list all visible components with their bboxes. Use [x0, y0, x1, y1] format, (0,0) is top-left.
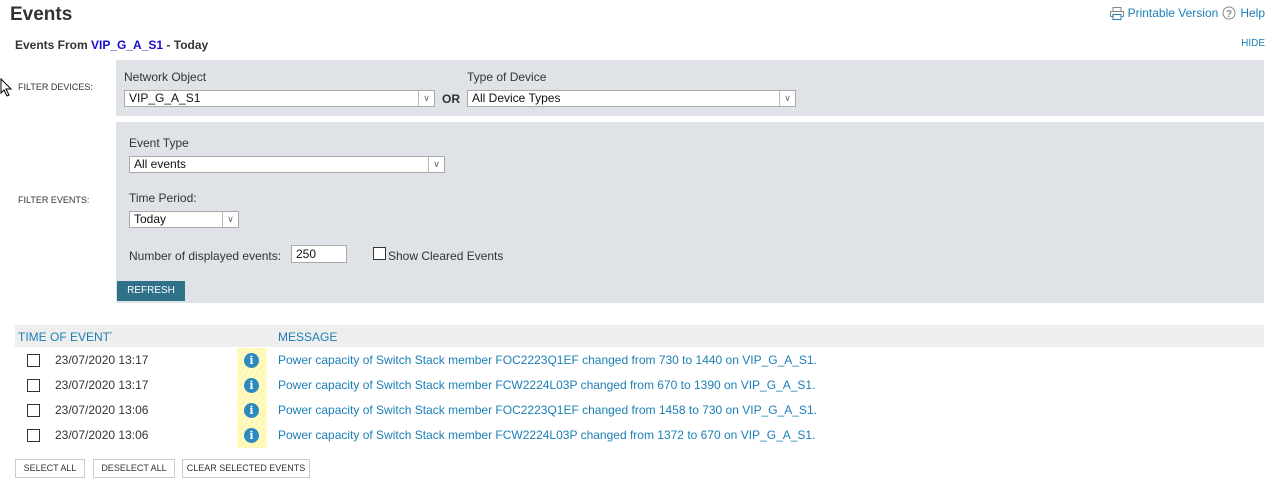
time-period-label: Time Period:: [129, 191, 197, 205]
subtitle-suffix: - Today: [166, 38, 209, 52]
network-object-value: VIP_G_A_S1: [129, 91, 201, 105]
chevron-down-icon: ∨: [418, 91, 434, 106]
time-period-select[interactable]: Today ∨: [129, 211, 239, 228]
svg-text:?: ?: [1226, 9, 1232, 20]
table-row: 23/07/2020 13:06 i Power capacity of Swi…: [15, 423, 1264, 448]
network-object-label: Network Object: [124, 70, 207, 84]
severity-cell: i: [237, 348, 267, 373]
event-time: 23/07/2020 13:17: [55, 378, 149, 392]
row-checkbox[interactable]: [27, 379, 40, 392]
mouse-cursor-icon: [0, 78, 13, 97]
event-time: 23/07/2020 13:06: [55, 403, 149, 417]
table-header: TIME OF EVENT ▾ MESSAGE: [15, 325, 1264, 347]
table-row: 23/07/2020 13:17 i Power capacity of Swi…: [15, 348, 1264, 373]
refresh-button[interactable]: REFRESH: [117, 281, 185, 301]
subtitle-device: VIP_G_A_S1: [91, 38, 164, 52]
filter-events-label: FILTER EVENTS:: [18, 195, 90, 205]
event-message[interactable]: Power capacity of Switch Stack member FO…: [278, 353, 817, 367]
chevron-down-icon: ∨: [428, 157, 444, 172]
network-object-select[interactable]: VIP_G_A_S1 ∨: [124, 90, 435, 107]
info-icon: i: [244, 353, 259, 368]
filter-events-panel: Event Type All events ∨ Time Period: Tod…: [116, 122, 1264, 303]
device-type-value: All Device Types: [472, 91, 561, 105]
filter-devices-label: FILTER DEVICES:: [18, 82, 93, 92]
show-cleared-checkbox[interactable]: [373, 247, 386, 260]
row-checkbox[interactable]: [27, 429, 40, 442]
help-icon: ?: [1222, 6, 1236, 20]
num-events-label: Number of displayed events:: [129, 249, 282, 263]
printer-icon: [1109, 6, 1124, 20]
event-type-select[interactable]: All events ∨: [129, 156, 445, 173]
column-header-message[interactable]: MESSAGE: [278, 330, 337, 344]
table-row: 23/07/2020 13:17 i Power capacity of Swi…: [15, 373, 1264, 398]
device-type-select[interactable]: All Device Types ∨: [467, 90, 796, 107]
event-message[interactable]: Power capacity of Switch Stack member FO…: [278, 403, 817, 417]
subtitle-prefix: Events From: [15, 38, 88, 52]
deselect-all-button[interactable]: DESELECT ALL: [93, 459, 175, 478]
device-type-label: Type of Device: [467, 70, 547, 84]
num-events-input[interactable]: 250: [291, 245, 347, 263]
or-label: OR: [442, 92, 460, 106]
event-time: 23/07/2020 13:06: [55, 428, 149, 442]
severity-cell: i: [237, 398, 267, 423]
severity-cell: i: [237, 373, 267, 398]
event-message[interactable]: Power capacity of Switch Stack member FC…: [278, 378, 815, 392]
sort-arrow-icon: ▾: [109, 330, 113, 337]
event-time: 23/07/2020 13:17: [55, 353, 149, 367]
chevron-down-icon: ∨: [222, 212, 238, 227]
severity-cell: i: [237, 423, 267, 448]
show-cleared-label: Show Cleared Events: [388, 249, 504, 263]
printable-version-link[interactable]: Printable Version: [1128, 6, 1219, 20]
info-icon: i: [244, 428, 259, 443]
clear-selected-button[interactable]: CLEAR SELECTED EVENTS: [182, 459, 310, 478]
event-message[interactable]: Power capacity of Switch Stack member FC…: [278, 428, 815, 442]
table-row: 23/07/2020 13:06 i Power capacity of Swi…: [15, 398, 1264, 423]
page-subtitle: Events From VIP_G_A_S1 - Today: [15, 38, 208, 52]
page-title: Events: [10, 4, 73, 25]
event-type-value: All events: [134, 157, 187, 171]
top-links: Printable Version ? Help: [1109, 6, 1265, 20]
filter-devices-panel: Network Object VIP_G_A_S1 ∨ OR Type of D…: [116, 60, 1264, 116]
info-icon: i: [244, 378, 259, 393]
info-icon: i: [244, 403, 259, 418]
hide-link[interactable]: HIDE: [1241, 38, 1265, 49]
column-header-time[interactable]: TIME OF EVENT: [18, 330, 110, 344]
event-type-label: Event Type: [129, 136, 189, 150]
help-link[interactable]: Help: [1240, 6, 1265, 20]
chevron-down-icon: ∨: [779, 91, 795, 106]
time-period-value: Today: [134, 212, 167, 226]
select-all-button[interactable]: SELECT ALL: [15, 459, 85, 478]
row-checkbox[interactable]: [27, 354, 40, 367]
row-checkbox[interactable]: [27, 404, 40, 417]
